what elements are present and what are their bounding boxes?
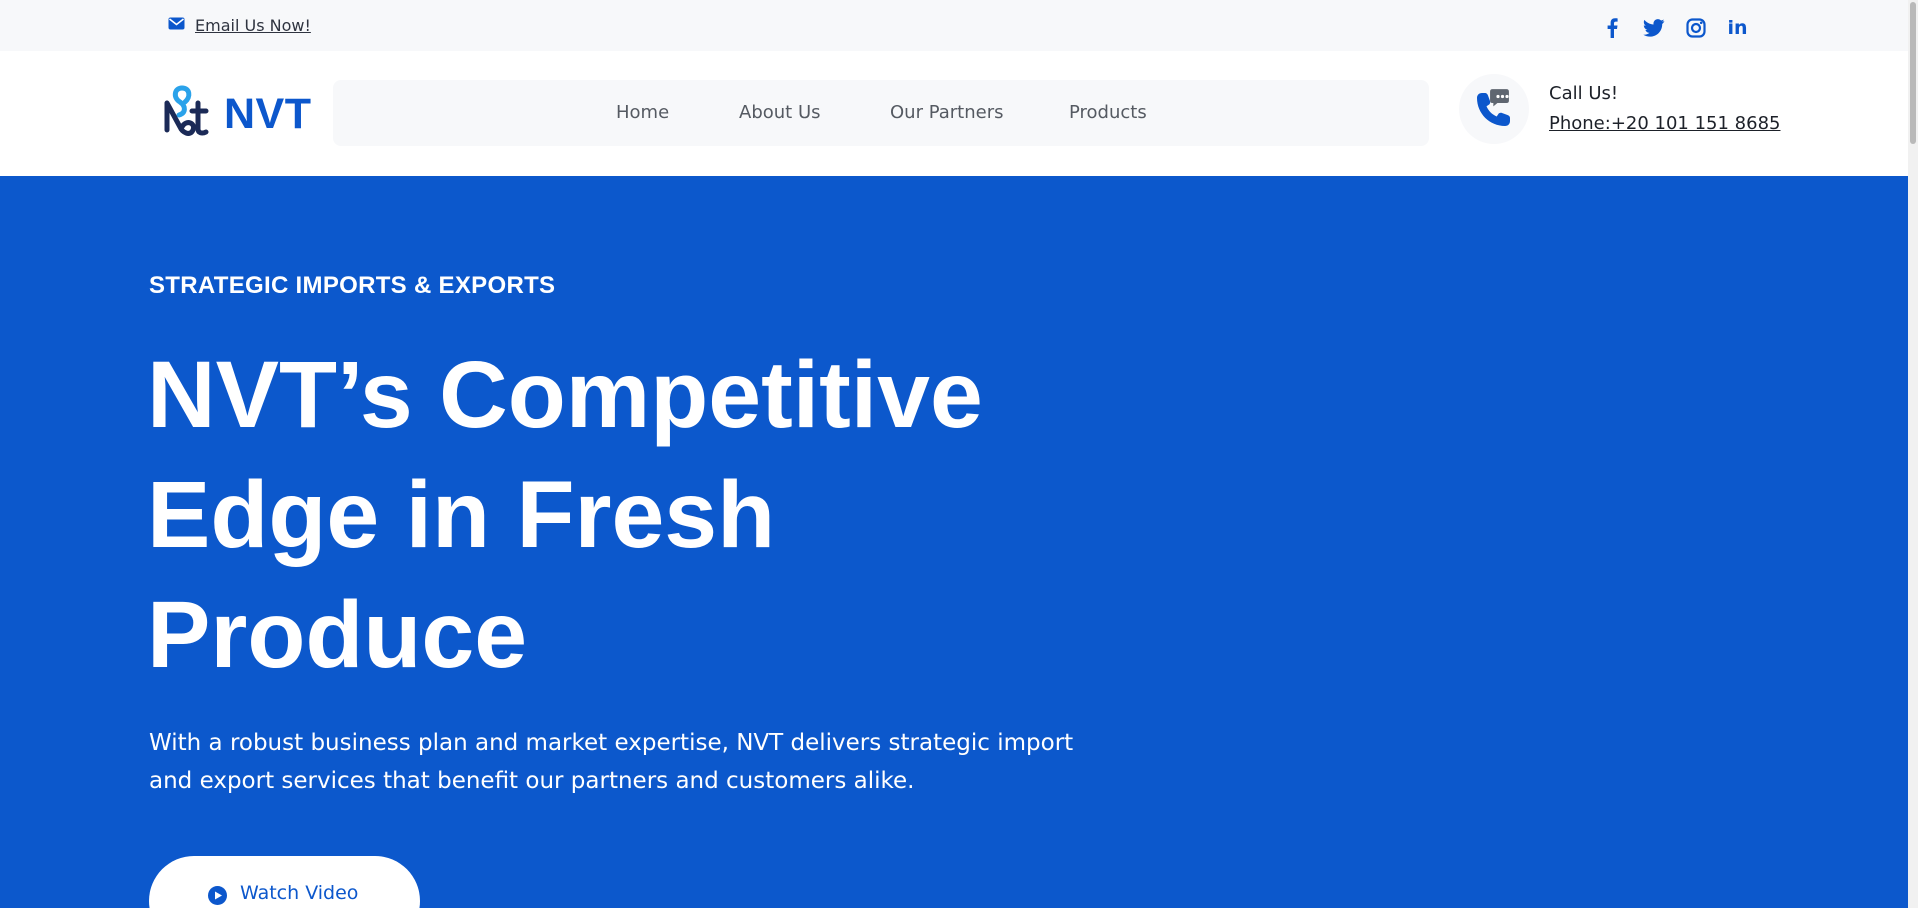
scrollbar-thumb[interactable] [1910, 2, 1916, 144]
facebook-icon[interactable] [1600, 16, 1623, 39]
hero-headline-line-3: Produce [147, 582, 528, 688]
hero-headline: NVT’s Competitive Edge in Fresh Produce [147, 335, 1047, 695]
phone-link[interactable]: Phone:+20 101 151 8685 [1549, 113, 1781, 134]
twitter-icon[interactable] [1642, 16, 1665, 39]
hero-headline-line-2: Edge in Fresh [147, 462, 776, 568]
call-us-label: Call Us! [1549, 83, 1619, 104]
page-scrollbar[interactable] [1908, 0, 1918, 908]
call-icon [1459, 74, 1529, 144]
nav-item-home[interactable]: Home [616, 102, 669, 123]
instagram-icon[interactable] [1684, 16, 1707, 39]
top-bar: Email Us Now! in [0, 0, 1918, 51]
logo-text: NVT [224, 90, 312, 138]
nvt-logo-mark-icon [162, 85, 210, 144]
hero-eyebrow: STRATEGIC IMPORTS & EXPORTS [149, 272, 556, 299]
nav-item-about-us[interactable]: About Us [739, 102, 821, 123]
play-icon [207, 882, 228, 908]
nav-item-products[interactable]: Products [1069, 102, 1147, 123]
linkedin-icon[interactable]: in [1726, 16, 1749, 39]
hero-subtext: With a robust business plan and market e… [149, 730, 1074, 794]
social-links: in [1600, 16, 1749, 39]
hero-section: STRATEGIC IMPORTS & EXPORTS NVT’s Compet… [0, 176, 1908, 908]
envelope-icon [168, 17, 185, 35]
watch-video-label: Watch Video [240, 882, 359, 904]
linkedin-glyph: in [1727, 16, 1748, 39]
site-logo[interactable]: NVT [162, 85, 312, 144]
email-link[interactable]: Email Us Now! [168, 16, 311, 35]
email-label: Email Us Now! [195, 16, 311, 35]
watch-video-button[interactable]: Watch Video [149, 856, 420, 908]
site-header: NVT Home About Us Our Partners Products … [0, 51, 1918, 176]
main-nav: Home About Us Our Partners Products [333, 80, 1429, 146]
nav-item-our-partners[interactable]: Our Partners [890, 102, 1004, 123]
hero-headline-line-1: NVT’s Competitive [147, 342, 983, 448]
